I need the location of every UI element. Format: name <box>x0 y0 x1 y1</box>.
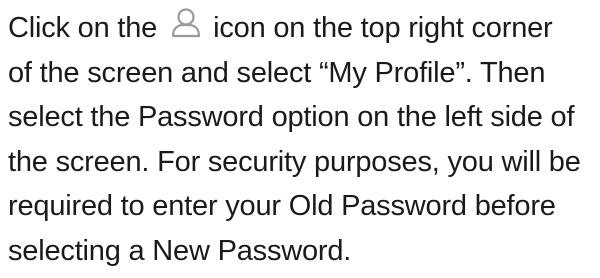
instruction-line-6: selecting a New Password. <box>8 234 352 267</box>
instruction-line-5: required to enter your Old Password befo… <box>8 190 556 222</box>
instruction-line-2: of the screen and select “My Profile”. T… <box>8 56 546 89</box>
line1-text-before-icon: Click on the <box>8 12 158 44</box>
line1-text-after-icon: icon on the top right corner <box>213 12 553 44</box>
instruction-line-3: select the Password option on the left s… <box>8 101 575 133</box>
instruction-paragraph: Click on the icon on the top right corne… <box>8 6 598 273</box>
instruction-line-4: the screen. For security purposes, you w… <box>8 145 581 178</box>
instruction-line-1: Click on the icon on the top right corne… <box>8 6 598 51</box>
user-profile-icon <box>169 6 203 40</box>
